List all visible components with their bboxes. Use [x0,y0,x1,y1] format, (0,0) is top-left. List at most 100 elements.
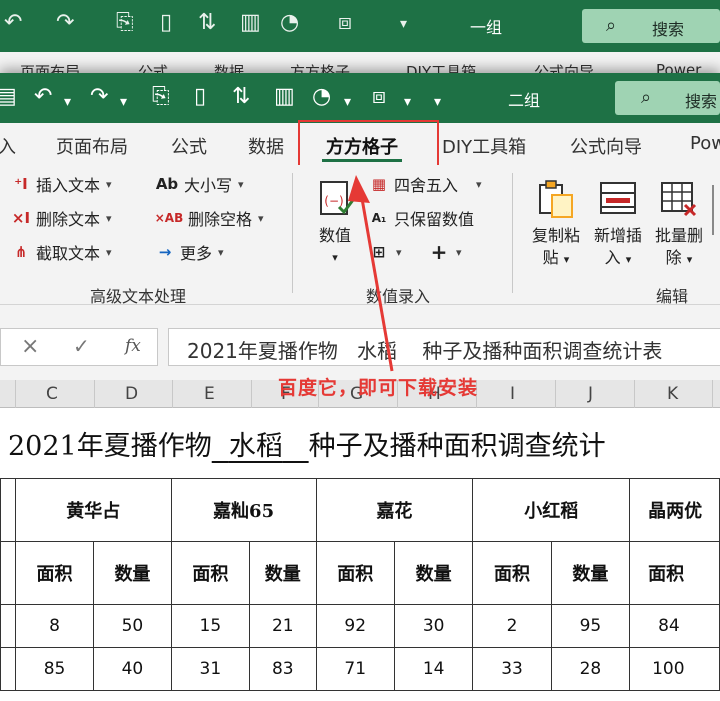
delete-space-button[interactable]: ×AB 删除空格 ▾ [154,205,264,231]
search-icon: ⌕ [641,87,652,108]
sub-header[interactable]: 数量 [93,541,172,605]
extract-text-button[interactable]: ⋔ 截取文本 ▾ [10,239,112,265]
tab-power[interactable]: Pow [690,133,720,154]
tab-formula-wizard[interactable]: 公式向导 [570,133,642,159]
redo-dropdown-icon[interactable]: ▾ [120,89,127,115]
confirm-icon[interactable]: ✓ [73,334,90,358]
arrow-right-icon: → [158,243,172,261]
sub-header[interactable]: 面积 [14,541,95,605]
variety-header[interactable]: 晶两优 [629,478,720,542]
column-header-k[interactable]: K [667,384,678,404]
undo-icon[interactable]: ↶ [4,10,22,35]
sub-header[interactable]: 数量 [393,541,474,605]
tab-diy-toolbox[interactable]: DIY工具箱 [442,133,526,159]
table-cell[interactable]: 28 [550,647,631,691]
insert-new-button[interactable]: 新增插 入 ▾ [588,179,648,271]
redo-icon[interactable]: ↷ [56,10,74,35]
table-cell[interactable]: 92 [315,604,395,648]
add-button[interactable]: + ▾ [428,239,462,265]
table-cell[interactable] [0,604,16,648]
redo-icon[interactable]: ↷ [90,84,108,110]
tab-formulas[interactable]: 公式 [171,133,207,159]
chart-icon[interactable]: ▥ [240,10,261,35]
shapes-dropdown-icon[interactable]: ▾ [344,89,351,115]
sub-header[interactable]: 面积 [629,541,720,605]
variety-header[interactable]: 小红稻 [472,478,631,542]
overflow-button-icon[interactable] [712,185,720,235]
table-cell[interactable]: 15 [170,604,251,648]
sub-header[interactable]: 面积 [315,541,395,605]
shapes-icon[interactable]: ◔ [312,84,331,110]
table-cell[interactable]: 33 [472,647,552,691]
insert-text-icon: ⁺I [14,175,28,193]
column-header-i[interactable]: I [510,384,515,404]
table-cell[interactable]: 30 [393,604,474,648]
shapes-icon[interactable]: ◔ [280,10,299,35]
clipboard-icon [536,179,576,219]
undo-icon[interactable]: ↶ [34,84,52,110]
column-header-e[interactable]: E [204,384,215,404]
column-header-c[interactable]: C [46,384,58,404]
sub-header[interactable]: 数量 [249,541,317,605]
variety-header[interactable]: 嘉花 [315,478,474,542]
table-cell[interactable]: 40 [93,647,172,691]
case-icon: Ab [155,175,179,193]
background-search-box[interactable]: ⌕ 搜索 [582,9,720,43]
page-icon[interactable]: ▯ [194,84,206,110]
table-cell[interactable] [0,478,16,542]
table-cell[interactable]: 14 [393,647,474,691]
chart-icon[interactable]: ▥ [274,84,295,110]
extract-text-icon: ⋔ [14,243,28,261]
quick-access-toolbar: ▤ ↶ ▾ ↷ ▾ ⎘ ▯ ⇅ ▥ ◔ ▾ ⧈ ▾ ▾ 二组 ⌕ 搜索 [0,73,720,123]
case-button[interactable]: Ab 大小写 ▾ [154,171,244,197]
paste-icon[interactable]: ⎘ [152,84,170,110]
variety-header[interactable]: 嘉籼65 [170,478,317,542]
sub-header[interactable]: 数量 [550,541,631,605]
tab-page-layout[interactable]: 页面布局 [56,133,128,159]
column-header-d[interactable]: D [125,384,138,404]
sheet-title[interactable]: 2021年夏播作物 水稻 种子及播种面积调查统计 [8,424,606,463]
tab-data[interactable]: 数据 [248,133,284,159]
table-cell[interactable]: 21 [249,604,317,648]
copy-paste-button[interactable]: 复制粘 贴 ▾ [526,179,586,271]
customize-toolbar-icon[interactable]: ▾ [434,89,441,115]
tab-insert[interactable]: 入 [0,133,16,159]
formula-input[interactable]: 2021年夏播作物 水稻 种子及播种面积调查统计表 [168,328,720,366]
textbox-icon[interactable]: ⧈ [338,10,352,35]
textbox-icon[interactable]: ⧈ [372,84,386,110]
cancel-icon[interactable]: × [21,334,39,359]
paste-icon[interactable]: ⎘ [116,10,134,35]
table-cell[interactable]: 8 [14,604,95,648]
save-icon[interactable]: ▤ [0,84,17,110]
delete-space-icon: ×AB [154,211,184,225]
page-icon[interactable]: ▯ [160,10,172,35]
table-cell[interactable]: 71 [315,647,395,691]
column-header-j[interactable]: J [588,384,593,404]
sort-icon[interactable]: ⇅ [232,84,250,110]
delete-text-button[interactable]: ×I 删除文本 ▾ [10,205,112,231]
table-cell[interactable]: 100 [629,647,720,691]
table-cell[interactable]: 2 [472,604,552,648]
sub-header[interactable]: 面积 [472,541,552,605]
table-cell[interactable]: 84 [629,604,720,648]
table-cell[interactable] [0,647,16,691]
insert-function-icon[interactable]: fx [125,336,141,356]
search-box[interactable]: ⌕ 搜索 [615,81,720,115]
table-cell[interactable] [0,541,16,605]
insert-text-button[interactable]: ⁺I 插入文本 ▾ [10,171,111,197]
textbox-dropdown-icon[interactable]: ▾ [404,89,411,115]
batch-delete-button[interactable]: 批量删 除 ▾ [650,179,708,271]
more-button[interactable]: → 更多 ▾ [154,239,224,265]
undo-dropdown-icon[interactable]: ▾ [64,89,71,115]
table-cell[interactable]: 95 [550,604,631,648]
table-cell[interactable]: 83 [249,647,317,691]
table-cell[interactable]: 85 [14,647,95,691]
sort-icon[interactable]: ⇅ [198,10,216,35]
chevron-down-icon: ▾ [625,253,632,266]
sub-header[interactable]: 面积 [170,541,251,605]
customize-icon[interactable]: ▾ [400,16,407,32]
variety-header[interactable]: 黄华占 [14,478,172,542]
chevron-down-icon: ▾ [106,211,112,225]
table-cell[interactable]: 31 [170,647,251,691]
table-cell[interactable]: 50 [93,604,172,648]
